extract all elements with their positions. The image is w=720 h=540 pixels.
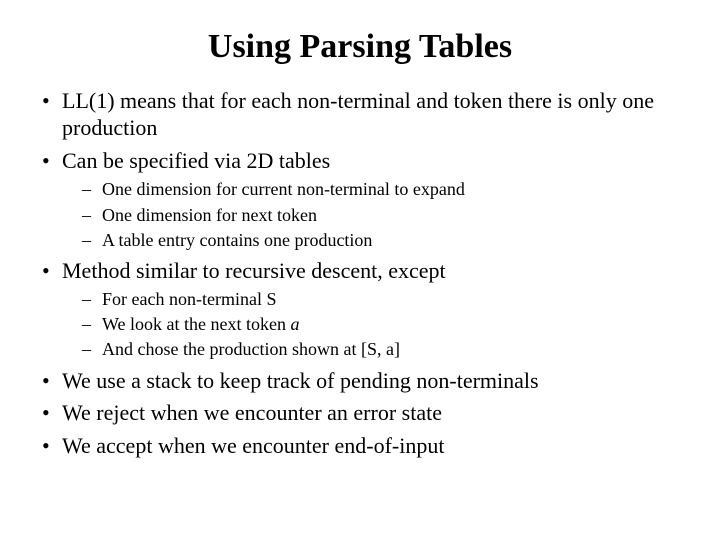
bullet-text: We look at the next token bbox=[102, 314, 291, 334]
bullet-text: LL(1) means that for each non-terminal a… bbox=[62, 88, 654, 140]
list-item: We look at the next token a bbox=[62, 313, 680, 336]
list-item: Can be specified via 2D tables One dimen… bbox=[40, 148, 680, 252]
list-item: And chose the production shown at [S, a] bbox=[62, 338, 680, 361]
bullet-text: One dimension for current non-terminal t… bbox=[102, 179, 465, 199]
list-item: One dimension for next token bbox=[62, 204, 680, 227]
page-title: Using Parsing Tables bbox=[40, 28, 680, 66]
list-item: Method similar to recursive descent, exc… bbox=[40, 258, 680, 362]
slide: Using Parsing Tables LL(1) means that fo… bbox=[0, 0, 720, 540]
bullet-text: Can be specified via 2D tables bbox=[62, 148, 330, 173]
bullet-text: One dimension for next token bbox=[102, 205, 317, 225]
bullet-text: We accept when we encounter end-of-input bbox=[62, 433, 444, 458]
bullet-text: We reject when we encounter an error sta… bbox=[62, 400, 442, 425]
bullet-text: Method similar to recursive descent, exc… bbox=[62, 258, 446, 283]
bullet-text: A table entry contains one production bbox=[102, 230, 372, 250]
italic-variable: a bbox=[291, 314, 300, 334]
bullet-text: We use a stack to keep track of pending … bbox=[62, 368, 539, 393]
list-item: LL(1) means that for each non-terminal a… bbox=[40, 88, 680, 142]
sub-list: One dimension for current non-terminal t… bbox=[62, 178, 680, 251]
list-item: For each non-terminal S bbox=[62, 288, 680, 311]
list-item: A table entry contains one production bbox=[62, 229, 680, 252]
list-item: We accept when we encounter end-of-input bbox=[40, 433, 680, 460]
list-item: One dimension for current non-terminal t… bbox=[62, 178, 680, 201]
bullet-text: For each non-terminal S bbox=[102, 289, 276, 309]
sub-list: For each non-terminal S We look at the n… bbox=[62, 288, 680, 361]
list-item: We reject when we encounter an error sta… bbox=[40, 400, 680, 427]
list-item: We use a stack to keep track of pending … bbox=[40, 368, 680, 395]
bullet-text: And chose the production shown at [S, a] bbox=[102, 339, 400, 359]
bullet-list: LL(1) means that for each non-terminal a… bbox=[40, 88, 680, 460]
